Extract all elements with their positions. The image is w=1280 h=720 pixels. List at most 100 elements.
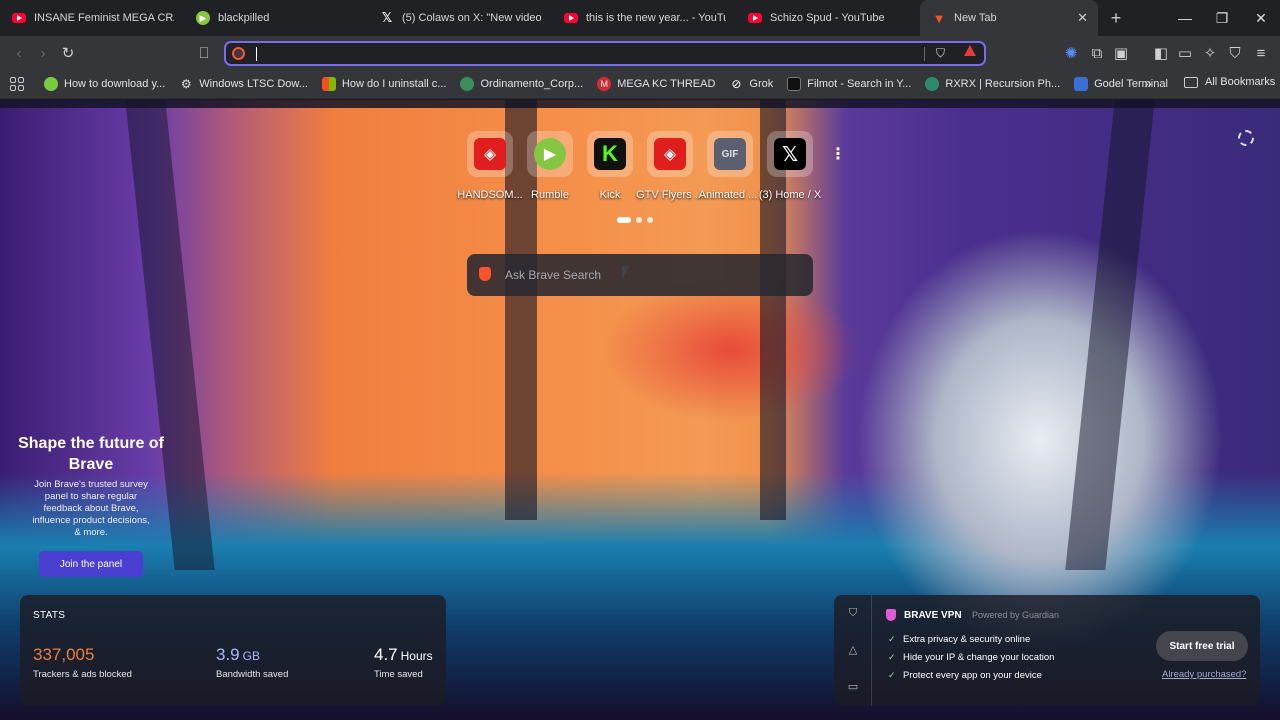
rumble-icon: ▶ [196,11,210,25]
tab-title: this is the new year... - YouTu [586,12,726,24]
bookmark-label: Grok [749,78,774,90]
forward-button[interactable]: › [30,40,56,66]
minimize-button[interactable]: — [1166,0,1204,36]
reload-button[interactable]: ↻ [55,40,81,66]
restore-button[interactable]: ❐ [1203,0,1241,36]
site-icon [925,77,940,91]
bookmark-item[interactable]: Godel Terminal [1074,77,1168,91]
stat-time: 4.7 Hours Time saved [374,645,433,680]
ai-icon[interactable]: ✧ [1197,40,1223,66]
close-tab-icon[interactable]: ✕ [1077,10,1088,26]
bookmark-label: Godel Terminal [1094,78,1168,90]
page-dot[interactable] [617,217,631,223]
brave-rewards-icon[interactable] [964,45,976,56]
vpn-brand: BRAVE VPN [886,609,962,621]
new-tab-button[interactable]: + [1102,4,1130,32]
top-site-tile[interactable]: ▶ [527,131,573,177]
stats-widget: STATS 337,005 Trackers & ads blocked 3.9… [20,595,446,706]
already-purchased-link[interactable]: Already purchased? [1162,669,1247,680]
wallet-icon[interactable]: ▭ [1172,40,1198,66]
bookmark-item[interactable]: Filmot - Search in Y... [787,77,911,91]
tab-2[interactable]: 𝕏 (5) Colaws on X: "New video on [368,0,552,36]
windows-icon [321,77,336,91]
sidebar-icon[interactable]: ◧ [1148,40,1174,66]
tab-1[interactable]: ▶ blackpilled [184,0,368,36]
top-site-tile[interactable]: GIF [707,131,753,177]
vpn-icon[interactable]: ⛉ [1222,40,1248,66]
bookmark-item[interactable]: ⊘ Grok [729,77,773,91]
bookmark-item[interactable]: M MEGA KC THREAD [597,77,715,91]
bookmark-item[interactable]: Ordinamento_Corp... [460,77,583,91]
menu-icon[interactable]: ≡ [1248,40,1274,66]
check-icon: ✓ [888,670,896,680]
page-dot[interactable] [636,217,642,223]
more-bookmarks-icon[interactable]: » [1144,75,1152,91]
tab-strip: INSANE Feminist MEGA CRASHO ▶ blackpille… [0,0,1280,36]
bookmark-item[interactable]: How to download y... [44,77,165,91]
gear-icon[interactable] [1238,130,1254,146]
top-site-tile[interactable]: ◈ [467,131,513,177]
stat-label: Bandwidth saved [216,669,289,680]
shield-icon[interactable]: ⛉ [847,607,859,619]
divider [924,47,925,61]
address-bar[interactable]: ⛉ [224,41,986,66]
bookmarks-bar: How to download y... ⚙ Windows LTSC Dow.… [0,70,1280,99]
more-options-icon[interactable]: ⋮ [830,144,846,164]
promo-body: Join Brave's trusted survey panel to sha… [32,479,150,538]
site-info-icon[interactable] [232,47,245,60]
vpn-feature: ✓ Hide your IP & change your location [888,652,1055,663]
all-bookmarks-button[interactable]: All Bookmarks [1184,76,1275,88]
vpn-title: BRAVE VPN [904,609,962,621]
screenshot-icon[interactable]: ▣ [1108,40,1134,66]
bookmark-item[interactable]: ⚙ Windows LTSC Dow... [179,77,308,91]
bookmark-label: MEGA KC THREAD [617,78,716,90]
bookmark-label: Windows LTSC Dow... [199,78,308,90]
apps-icon[interactable] [10,77,24,91]
site-icon [787,77,802,91]
promo-title: Shape the future of Brave [18,435,164,473]
pagination-dots [617,217,653,223]
brave-shields-icon[interactable]: ⛉ [936,46,945,61]
tab-title: (5) Colaws on X: "New video on [402,12,542,24]
top-site-tile[interactable]: 𝕏 [767,131,813,177]
stat-value: 3.9 [216,645,240,664]
stats-heading: STATS [33,610,66,621]
vpn-feature: ✓ Extra privacy & security online [888,634,1031,645]
x-icon: 𝕏 [381,10,393,25]
tab-0[interactable]: INSANE Feminist MEGA CRASHO [0,0,184,36]
tab-4[interactable]: Schizo Spud - YouTube [736,0,920,36]
top-site-tile[interactable]: ◈ [647,131,693,177]
stat-bandwidth: 3.9 GB Bandwidth saved [216,645,288,680]
extensions-icon[interactable]: ⧉ [1084,40,1110,66]
rumble-icon: ▶ [534,138,566,170]
tab-title: blackpilled [218,12,270,24]
site-logo-icon: ◈ [654,138,686,170]
tab-new-tab[interactable]: ▼ New Tab ✕ [920,0,1098,36]
stat-label: Time saved [374,669,423,680]
brave-logo-icon [479,267,491,281]
join-panel-button[interactable]: Join the panel [39,551,143,577]
rewards-icon[interactable]: △ [847,644,859,656]
all-bookmarks-label: All Bookmarks [1205,76,1276,88]
vpn-shield-icon [886,609,896,621]
site-logo-icon: ◈ [474,138,506,170]
tab-title: Schizo Spud - YouTube [770,12,885,24]
top-site-tile[interactable]: K [587,131,633,177]
start-free-trial-button[interactable]: Start free trial [1156,631,1248,661]
close-window-button[interactable]: ✕ [1242,0,1280,36]
back-button[interactable]: ‹ [6,40,32,66]
background-frame [1065,100,1155,570]
news-icon[interactable]: ▭ [847,681,859,693]
tab-3[interactable]: this is the new year... - YouTu [552,0,736,36]
search-input[interactable] [503,266,793,284]
page-dot[interactable] [647,217,653,223]
bookmark-icon[interactable]: ⎕ [191,40,217,66]
brave-search-box[interactable] [467,254,813,296]
bookmark-item[interactable]: How do I uninstall c... [321,77,446,91]
tab-title: INSANE Feminist MEGA CRASHO [34,12,174,24]
leo-icon[interactable]: ✺ [1058,40,1084,66]
stat-label: Trackers & ads blocked [33,669,132,680]
address-input[interactable] [254,45,934,63]
vpn-feature: ✓ Protect every app on your device [888,670,1042,681]
bookmark-item[interactable]: RXRX | Recursion Ph... [925,77,1060,91]
